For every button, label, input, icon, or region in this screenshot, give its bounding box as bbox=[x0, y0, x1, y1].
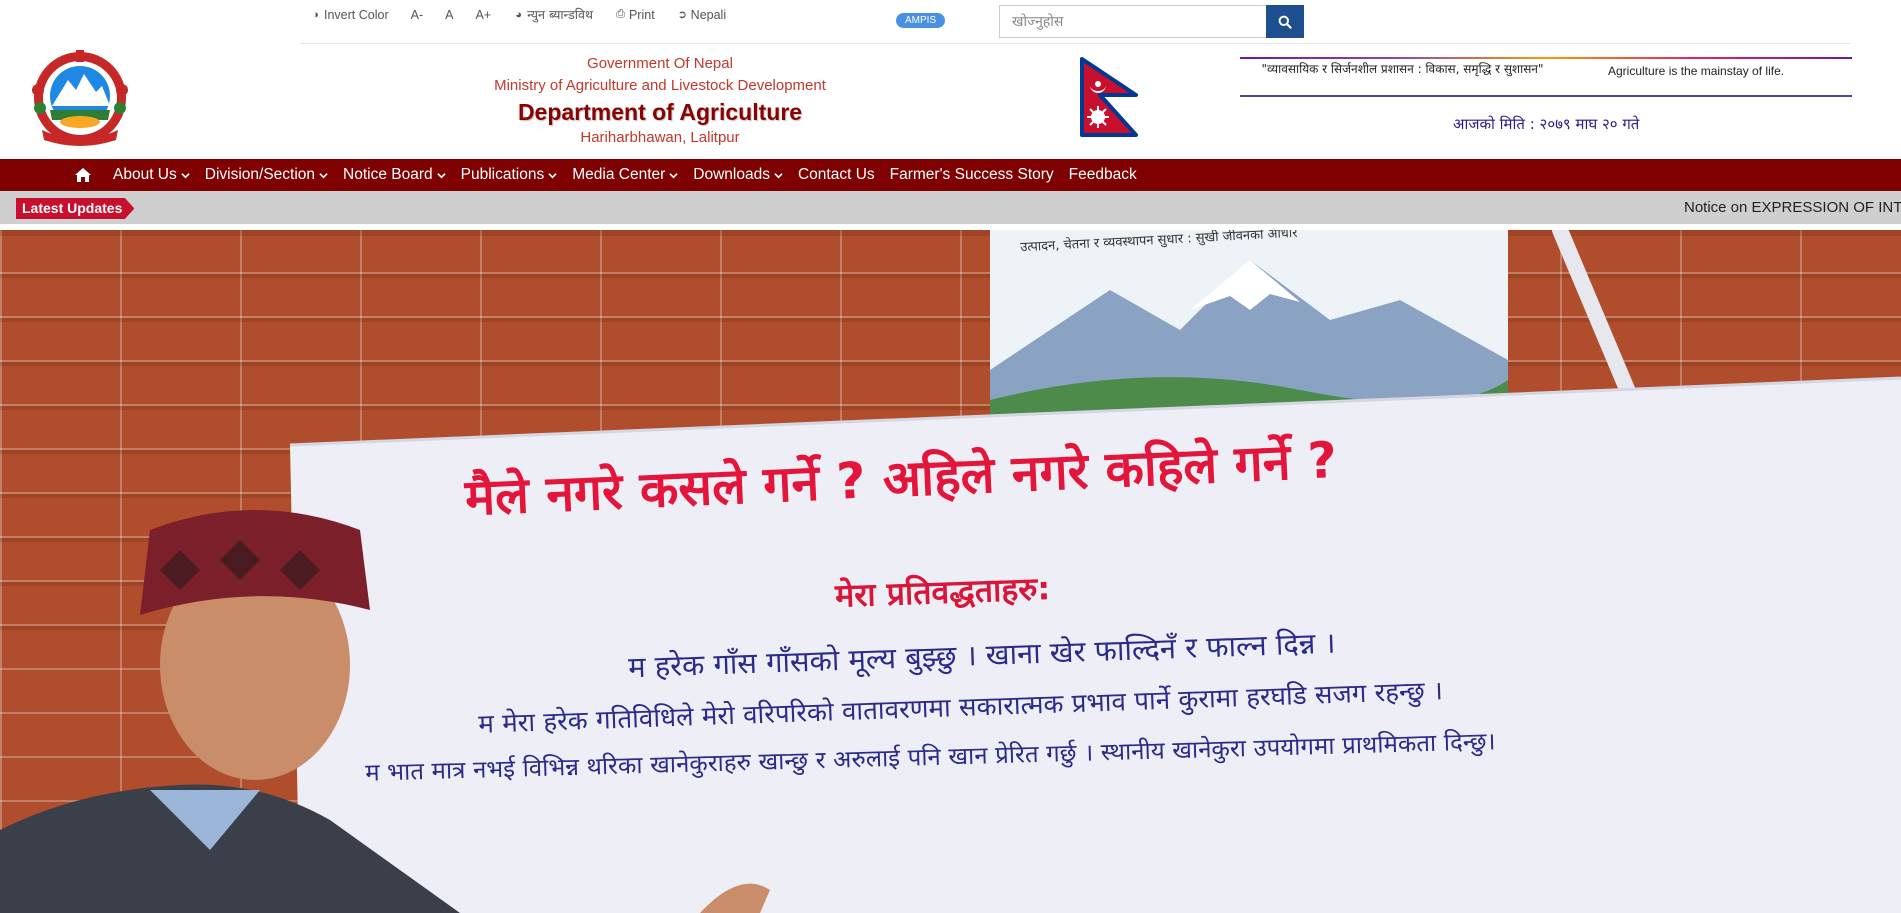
nav-notice-board[interactable]: Notice Board bbox=[343, 166, 446, 184]
main-navigation: About Us Division/Section Notice Board P… bbox=[0, 159, 1901, 191]
current-date: आजको मिति : २०७९ माघ २० गते bbox=[1453, 115, 1640, 133]
site-title-block: Government Of Nepal Ministry of Agricult… bbox=[455, 53, 865, 149]
ampis-link[interactable]: AMPIS bbox=[896, 13, 946, 28]
nav-division-section-label: Division/Section bbox=[204, 166, 316, 183]
ministry-label: Ministry of Agriculture and Livestock De… bbox=[494, 77, 826, 94]
home-link[interactable] bbox=[74, 166, 94, 184]
font-decrease-button[interactable]: A- bbox=[411, 6, 424, 23]
font-decrease-label: A- bbox=[410, 7, 424, 22]
ticker-message-link[interactable]: Notice on EXPRESSION OF INT bbox=[1684, 199, 1901, 216]
latest-updates-badge: Latest Updates bbox=[16, 198, 135, 219]
nav-media-center-label: Media Center bbox=[572, 166, 666, 183]
nav-notice-board-label: Notice Board bbox=[343, 166, 433, 183]
slogan-banner: "व्यावसायिक र सिर्जनशील प्रशासन : विकास,… bbox=[1240, 57, 1852, 97]
slogan-nepali: "व्यावसायिक र सिर्जनशील प्रशासन : विकास,… bbox=[1261, 62, 1544, 76]
hero-slider-image[interactable]: उत्पादन, चेतना र व्यवस्थापन सुधार : सुखी… bbox=[0, 230, 1901, 913]
search-icon bbox=[1278, 15, 1292, 29]
low-bandwidth-label: न्युन ब्यान्डविथ bbox=[527, 7, 593, 22]
accessibility-tools: ◑ Invert Color A- A A+ ◕ न्युन ब्यान्डवि… bbox=[310, 6, 748, 23]
nepal-flag-icon bbox=[1080, 57, 1138, 137]
font-normal-label: A bbox=[445, 7, 454, 22]
nav-about-us[interactable]: About Us bbox=[113, 166, 190, 184]
font-increase-label: A+ bbox=[475, 7, 492, 22]
font-increase-button[interactable]: A+ bbox=[475, 6, 491, 23]
slogan-english: Agriculture is the mainstay of life. bbox=[1608, 64, 1785, 78]
invert-color-button[interactable]: ◑ Invert Color bbox=[310, 6, 389, 23]
news-ticker: Latest Updates Notice on EXPRESSION OF I… bbox=[0, 191, 1901, 224]
print-button[interactable]: ⎙ Print bbox=[615, 6, 655, 23]
nav-publications[interactable]: Publications bbox=[461, 166, 558, 184]
nav-publications-label: Publications bbox=[460, 166, 545, 183]
language-label: Nepali bbox=[690, 7, 727, 22]
sign-in-icon: ➲ bbox=[677, 9, 687, 21]
print-icon: ⎙ bbox=[616, 8, 625, 20]
contrast-icon: ◑ bbox=[312, 8, 319, 21]
nav-farmers-success-story[interactable]: Farmer's Success Story bbox=[890, 166, 1054, 184]
nav-contact-us[interactable]: Contact Us bbox=[798, 166, 875, 184]
department-title[interactable]: Department of Agriculture bbox=[455, 97, 865, 127]
nav-downloads[interactable]: Downloads bbox=[693, 166, 783, 184]
chevron-down-icon bbox=[181, 172, 190, 178]
nav-about-us-label: About Us bbox=[113, 166, 177, 183]
chevron-down-icon bbox=[669, 172, 678, 178]
invert-color-label: Invert Color bbox=[324, 7, 389, 22]
hero-subheading: मेरा प्रतिवद्धताहरु: bbox=[834, 569, 1051, 615]
hero-pledge-1: म हरेक गाँस गाँसको मूल्य बुझ्छु । खाना ख… bbox=[627, 625, 1337, 685]
poster-caption: उत्पादन, चेतना र व्यवस्थापन सुधार : सुखी… bbox=[1019, 230, 1298, 256]
nepal-emblem-logo bbox=[32, 50, 128, 146]
banner-text-overlay: उत्पादन, चेतना र व्यवस्थापन सुधार : सुखी… bbox=[0, 230, 1901, 913]
low-bandwidth-button[interactable]: ◕ न्युन ब्यान्डविथ bbox=[513, 6, 593, 23]
nav-downloads-label: Downloads bbox=[693, 166, 770, 183]
nav-contact-us-label: Contact Us bbox=[797, 166, 875, 183]
government-label: Government Of Nepal bbox=[587, 55, 733, 72]
nav-division-section[interactable]: Division/Section bbox=[205, 166, 328, 184]
home-icon bbox=[75, 168, 91, 182]
print-label: Print bbox=[628, 7, 655, 22]
language-toggle[interactable]: ➲ Nepali bbox=[677, 6, 727, 23]
chevron-down-icon bbox=[548, 172, 557, 178]
search-button[interactable] bbox=[1266, 5, 1304, 38]
chevron-down-icon bbox=[774, 172, 783, 178]
globe-icon: ◕ bbox=[515, 8, 522, 21]
slogan-top-border bbox=[1240, 57, 1852, 59]
hero-headline: मैले नगरे कसले गर्ने ? अहिले नगरे कहिले … bbox=[463, 430, 1339, 527]
nav-farmers-success-story-label: Farmer's Success Story bbox=[889, 166, 1054, 183]
slogan-bottom-border bbox=[1240, 95, 1852, 97]
chevron-down-icon bbox=[319, 172, 328, 178]
nav-feedback[interactable]: Feedback bbox=[1069, 166, 1137, 184]
nav-media-center[interactable]: Media Center bbox=[572, 166, 678, 184]
location-label: Hariharbhawan, Lalitpur bbox=[580, 129, 740, 146]
search-input[interactable] bbox=[999, 5, 1266, 38]
chevron-down-icon bbox=[436, 172, 446, 178]
search-form bbox=[999, 5, 1304, 38]
font-normal-button[interactable]: A bbox=[445, 6, 453, 23]
nav-feedback-label: Feedback bbox=[1068, 166, 1137, 183]
